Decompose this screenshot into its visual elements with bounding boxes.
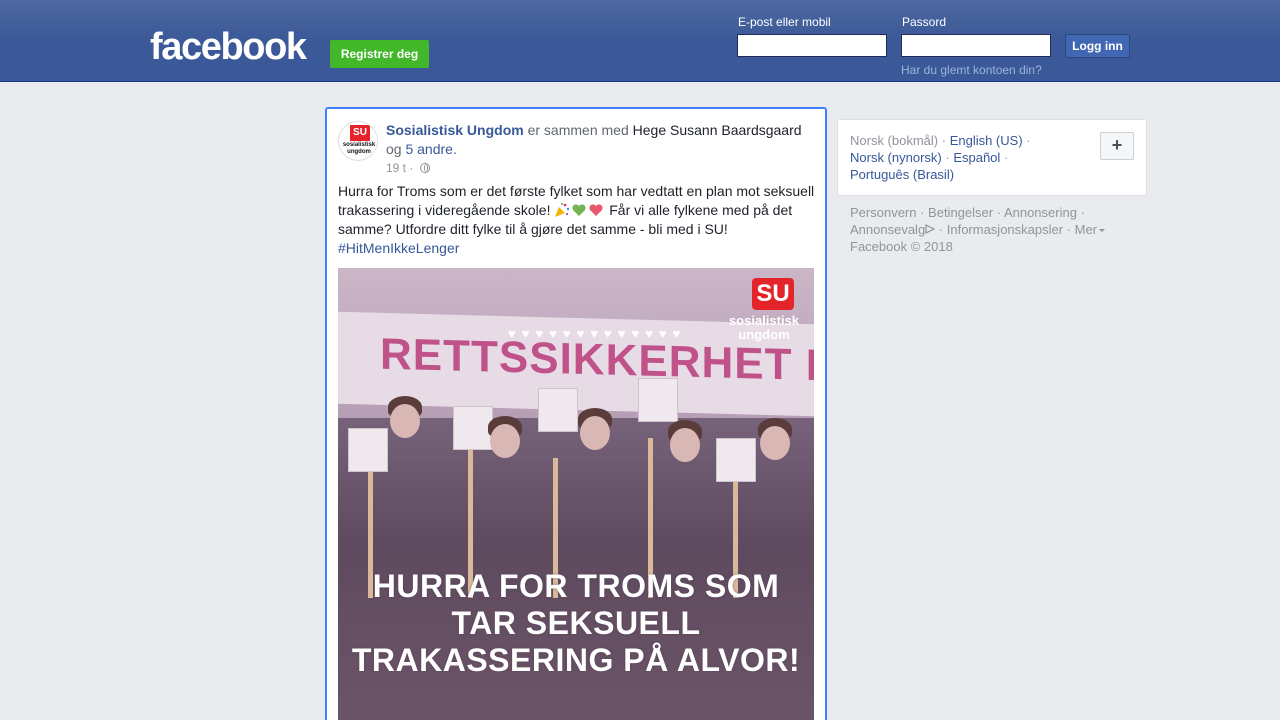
footer-privacy-link[interactable]: Personvern <box>850 205 916 220</box>
others-link[interactable]: 5 andre. <box>405 141 456 157</box>
password-field[interactable] <box>901 34 1051 57</box>
footer-links: Personvern · Betingelser · Annonsering ·… <box>850 204 1140 255</box>
protest-sign <box>453 406 493 450</box>
post-text: Hurra for Troms som er det første fylket… <box>338 182 816 258</box>
protest-sign <box>348 428 388 472</box>
chevron-down-icon <box>1099 229 1106 232</box>
forgot-account-link[interactable]: Har du glemt kontoen din? <box>901 63 1042 77</box>
person-face <box>670 428 700 462</box>
green-heart-icon <box>572 204 586 216</box>
language-link[interactable]: English (US) <box>950 133 1023 148</box>
person-face <box>760 426 790 460</box>
language-link[interactable]: Português (Brasil) <box>850 167 954 182</box>
post-photo[interactable]: ♥♥♥♥♥♥♥♥♥♥♥♥♥ RETTSSIKKERHET NÅ SU sosia… <box>338 268 814 720</box>
plus-icon: + <box>1111 135 1123 155</box>
footer-copyright: Facebook © 2018 <box>850 239 953 254</box>
password-label: Passord <box>902 15 947 29</box>
protest-sign <box>716 438 756 482</box>
red-heart-icon <box>589 204 603 216</box>
post-card: SU sosialistisk ungdom Sosialistisk Ungd… <box>325 107 827 720</box>
su-logo-icon: SU <box>752 278 794 310</box>
language-list: Norsk (bokmål) · English (US) · Norsk (n… <box>850 133 1031 182</box>
protest-sign <box>638 378 678 422</box>
email-label: E-post eller mobil <box>738 15 831 29</box>
footer-cookies-link[interactable]: Informasjonskapsler <box>947 222 1063 237</box>
facebook-logo[interactable]: facebook <box>150 27 307 67</box>
and-text: og <box>386 141 402 157</box>
language-link[interactable]: Español <box>953 150 1000 165</box>
register-button[interactable]: Registrer deg <box>330 40 429 68</box>
more-languages-button[interactable]: + <box>1100 132 1134 160</box>
post-header: Sosialistisk Ungdom er sammen med Hege S… <box>386 121 806 159</box>
globe-icon[interactable] <box>419 163 430 173</box>
footer-terms-link[interactable]: Betingelser <box>928 205 993 220</box>
su-logo-icon: SU <box>350 125 370 141</box>
with-text: er sammen med <box>527 122 629 138</box>
footer-more-link[interactable]: Mer <box>1074 222 1106 237</box>
top-bar: facebook Registrer deg E-post eller mobi… <box>0 0 1280 82</box>
email-field[interactable] <box>737 34 887 57</box>
party-popper-icon <box>555 203 570 217</box>
protest-sign <box>538 388 578 432</box>
login-button[interactable]: Logg inn <box>1065 34 1130 58</box>
footer-advertising-link[interactable]: Annonsering <box>1004 205 1077 220</box>
language-link[interactable]: Norsk (nynorsk) <box>850 150 942 165</box>
ad-choices-label: Annonsevalg <box>850 222 926 237</box>
post-time[interactable]: 19 t <box>386 161 406 175</box>
su-logo-subtext: sosialistisk ungdom <box>728 313 800 342</box>
person-face <box>580 416 610 450</box>
photo-overlay-text: HURRA FOR TROMS SOM TAR SEKSUELL TRAKASS… <box>351 568 801 678</box>
ad-choices-icon <box>925 224 936 234</box>
avatar-subtext: sosialistisk ungdom <box>342 142 376 155</box>
hashtag-link[interactable]: #HitMenIkkeLenger <box>338 240 459 256</box>
tagged-person-link[interactable]: Hege Susann Baardsgaard <box>633 122 802 138</box>
language-selector: Norsk (bokmål) · English (US) · Norsk (n… <box>837 119 1147 196</box>
page-name-link[interactable]: Sosialistisk Ungdom <box>386 122 524 138</box>
footer-adchoices-link[interactable]: Annonsevalg <box>850 222 936 237</box>
person-face <box>490 424 520 458</box>
language-current: Norsk (bokmål) <box>850 133 939 148</box>
page-avatar[interactable]: SU sosialistisk ungdom <box>338 121 378 161</box>
post-meta: 19 t · <box>386 161 430 175</box>
person-face <box>390 404 420 438</box>
more-label: Mer <box>1074 222 1098 237</box>
